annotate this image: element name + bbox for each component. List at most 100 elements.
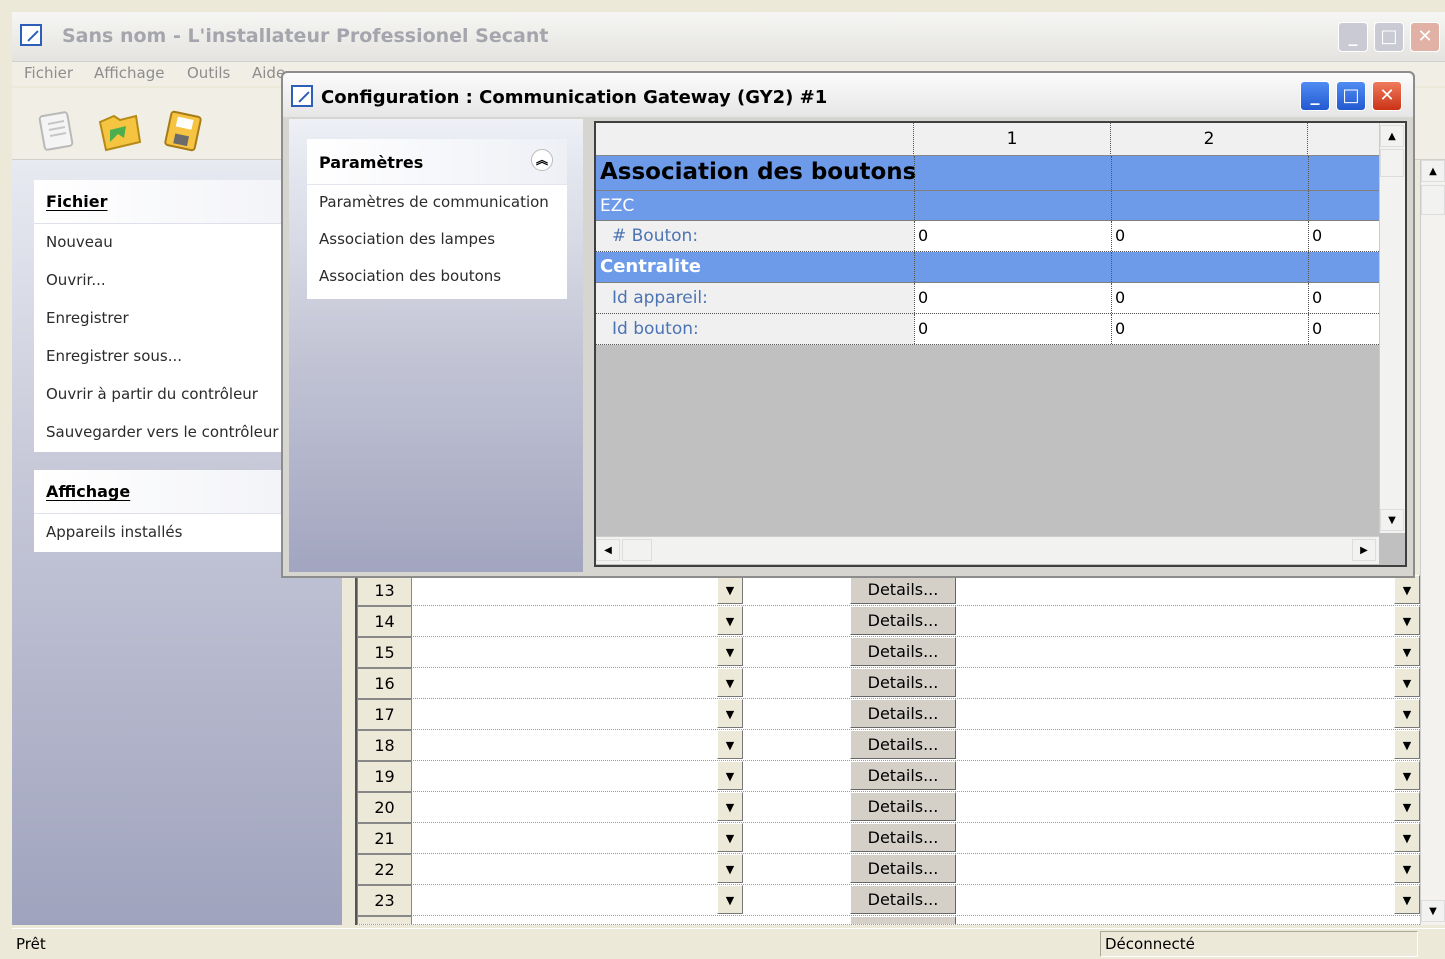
- grid-vertical-scrollbar[interactable]: ▲ ▼: [1379, 123, 1405, 533]
- chevron-down-icon[interactable]: ▼: [1394, 792, 1420, 821]
- cell-bouton-3[interactable]: 0: [1308, 221, 1379, 251]
- chevron-down-icon[interactable]: ▼: [717, 823, 743, 852]
- dialog-minimize-button[interactable]: _: [1300, 81, 1330, 111]
- chevron-down-icon[interactable]: ▼: [1394, 699, 1420, 728]
- scroll-down-icon[interactable]: ▼: [1380, 509, 1404, 531]
- chevron-down-icon[interactable]: ▼: [717, 792, 743, 821]
- row-number: 18: [357, 730, 412, 761]
- details-button[interactable]: Details...: [850, 823, 956, 852]
- param-lampes[interactable]: Association des lampes: [307, 222, 567, 259]
- chevron-down-icon[interactable]: ▼: [1394, 885, 1420, 914]
- chevron-down-icon[interactable]: ▼: [717, 668, 743, 697]
- cell-bouton-1[interactable]: 0: [914, 221, 1111, 251]
- scroll-right-icon[interactable]: ▶: [1352, 539, 1376, 561]
- chevron-down-icon[interactable]: ▼: [1394, 761, 1420, 790]
- chevron-down-icon[interactable]: ▼: [1394, 575, 1420, 604]
- details-button[interactable]: Details...: [850, 606, 956, 635]
- column-header-1[interactable]: 1: [914, 123, 1111, 156]
- scroll-thumb[interactable]: [1421, 185, 1445, 215]
- collapse-chevron-icon[interactable]: ︽: [531, 149, 553, 171]
- param-boutons[interactable]: Association des boutons: [307, 259, 567, 296]
- menu-outils[interactable]: Outils: [187, 64, 230, 82]
- table-row[interactable]: 19 ▼ Details... ▼: [357, 761, 1422, 792]
- cell-bouton-2[interactable]: 0: [1111, 221, 1308, 251]
- table-row[interactable]: 13 ▼ Details... ▼: [357, 575, 1422, 606]
- dialog-close-button[interactable]: ✕: [1372, 81, 1402, 111]
- device-grid: 13 ▼ Details... ▼ 14 ▼ Details... ▼ 15 ▼…: [355, 575, 1422, 925]
- chevron-down-icon[interactable]: ▼: [717, 761, 743, 790]
- grid-horizontal-scrollbar[interactable]: ◀ ▶: [596, 536, 1379, 564]
- cell-id-appareil-2[interactable]: 0: [1111, 283, 1308, 313]
- chevron-down-icon[interactable]: ▼: [717, 885, 743, 914]
- table-row[interactable]: 22 ▼ Details... ▼: [357, 854, 1422, 885]
- app-icon: [20, 24, 42, 46]
- minimize-button[interactable]: _: [1338, 22, 1368, 52]
- chevron-down-icon[interactable]: ▼: [717, 854, 743, 883]
- parametres-header[interactable]: Paramètres ︽: [307, 139, 567, 185]
- dialog-titlebar[interactable]: Configuration : Communication Gateway (G…: [283, 73, 1413, 117]
- chevron-down-icon[interactable]: ▼: [1394, 823, 1420, 852]
- dialog-maximize-button[interactable]: □: [1336, 81, 1366, 111]
- table-row[interactable]: 24 Details...: [357, 916, 1422, 925]
- details-button[interactable]: Details...: [850, 575, 956, 604]
- chevron-down-icon[interactable]: ▼: [717, 699, 743, 728]
- scroll-left-icon[interactable]: ◀: [596, 539, 620, 561]
- chevron-down-icon[interactable]: ▼: [717, 730, 743, 759]
- chevron-down-icon[interactable]: ▼: [1394, 730, 1420, 759]
- section-title: Association des boutons: [600, 159, 917, 185]
- chevron-down-icon[interactable]: ▼: [717, 606, 743, 635]
- table-row[interactable]: 21 ▼ Details... ▼: [357, 823, 1422, 854]
- details-button[interactable]: Details...: [850, 885, 956, 914]
- table-row[interactable]: 20 ▼ Details... ▼: [357, 792, 1422, 823]
- menu-affichage[interactable]: Affichage: [94, 64, 164, 82]
- scroll-thumb[interactable]: [622, 539, 652, 561]
- vertical-scrollbar[interactable]: ▲ ▼: [1420, 160, 1445, 925]
- table-row[interactable]: 18 ▼ Details... ▼: [357, 730, 1422, 761]
- chevron-down-icon[interactable]: ▼: [1394, 854, 1420, 883]
- details-button[interactable]: Details...: [850, 854, 956, 883]
- table-row[interactable]: 14 ▼ Details... ▼: [357, 606, 1422, 637]
- cell-id-bouton-2[interactable]: 0: [1111, 314, 1308, 344]
- details-button[interactable]: Details...: [850, 637, 956, 666]
- cell-id-bouton-3[interactable]: 0: [1308, 314, 1379, 344]
- table-row[interactable]: 23 ▼ Details... ▼: [357, 885, 1422, 916]
- table-row[interactable]: 15 ▼ Details... ▼: [357, 637, 1422, 668]
- details-button[interactable]: Details...: [850, 916, 956, 924]
- details-button[interactable]: Details...: [850, 761, 956, 790]
- save-disk-icon[interactable]: [160, 108, 206, 154]
- details-button[interactable]: Details...: [850, 792, 956, 821]
- maximize-button[interactable]: □: [1374, 22, 1404, 52]
- chevron-down-icon[interactable]: ▼: [717, 637, 743, 666]
- chevron-down-icon[interactable]: ▼: [1394, 606, 1420, 635]
- new-document-icon[interactable]: [34, 108, 80, 154]
- column-divider: [1308, 252, 1309, 282]
- property-grid: 1 2 Association des boutons EZC # Bouton…: [594, 121, 1407, 567]
- details-button[interactable]: Details...: [850, 668, 956, 697]
- scroll-up-icon[interactable]: ▲: [1421, 160, 1445, 182]
- menu-fichier[interactable]: Fichier: [24, 64, 73, 82]
- chevron-down-icon[interactable]: ▼: [717, 575, 743, 604]
- cell-id-appareil-3[interactable]: 0: [1308, 283, 1379, 313]
- status-text: Prêt: [16, 935, 46, 953]
- scroll-down-icon[interactable]: ▼: [1421, 900, 1445, 922]
- details-button[interactable]: Details...: [850, 699, 956, 728]
- open-folder-icon[interactable]: [96, 108, 142, 154]
- scroll-thumb[interactable]: [1380, 149, 1404, 177]
- group-title-centralite: Centralite: [600, 256, 702, 277]
- scroll-up-icon[interactable]: ▲: [1380, 125, 1404, 147]
- column-header-2[interactable]: 2: [1111, 123, 1308, 156]
- section-band: Association des boutons: [596, 156, 1379, 191]
- column-header-3[interactable]: [1308, 123, 1379, 156]
- chevron-down-icon[interactable]: ▼: [1394, 637, 1420, 666]
- app-icon: [291, 85, 313, 107]
- close-button[interactable]: ✕: [1410, 22, 1440, 52]
- parametres-panel: Paramètres ︽ Paramètres de communication…: [307, 139, 567, 299]
- cell-id-appareil-1[interactable]: 0: [914, 283, 1111, 313]
- table-row[interactable]: 17 ▼ Details... ▼: [357, 699, 1422, 730]
- main-titlebar[interactable]: Sans nom - L'installateur Professionel S…: [12, 12, 1445, 62]
- cell-id-bouton-1[interactable]: 0: [914, 314, 1111, 344]
- table-row[interactable]: 16 ▼ Details... ▼: [357, 668, 1422, 699]
- chevron-down-icon[interactable]: ▼: [1394, 668, 1420, 697]
- param-communication[interactable]: Paramètres de communication: [307, 185, 567, 222]
- details-button[interactable]: Details...: [850, 730, 956, 759]
